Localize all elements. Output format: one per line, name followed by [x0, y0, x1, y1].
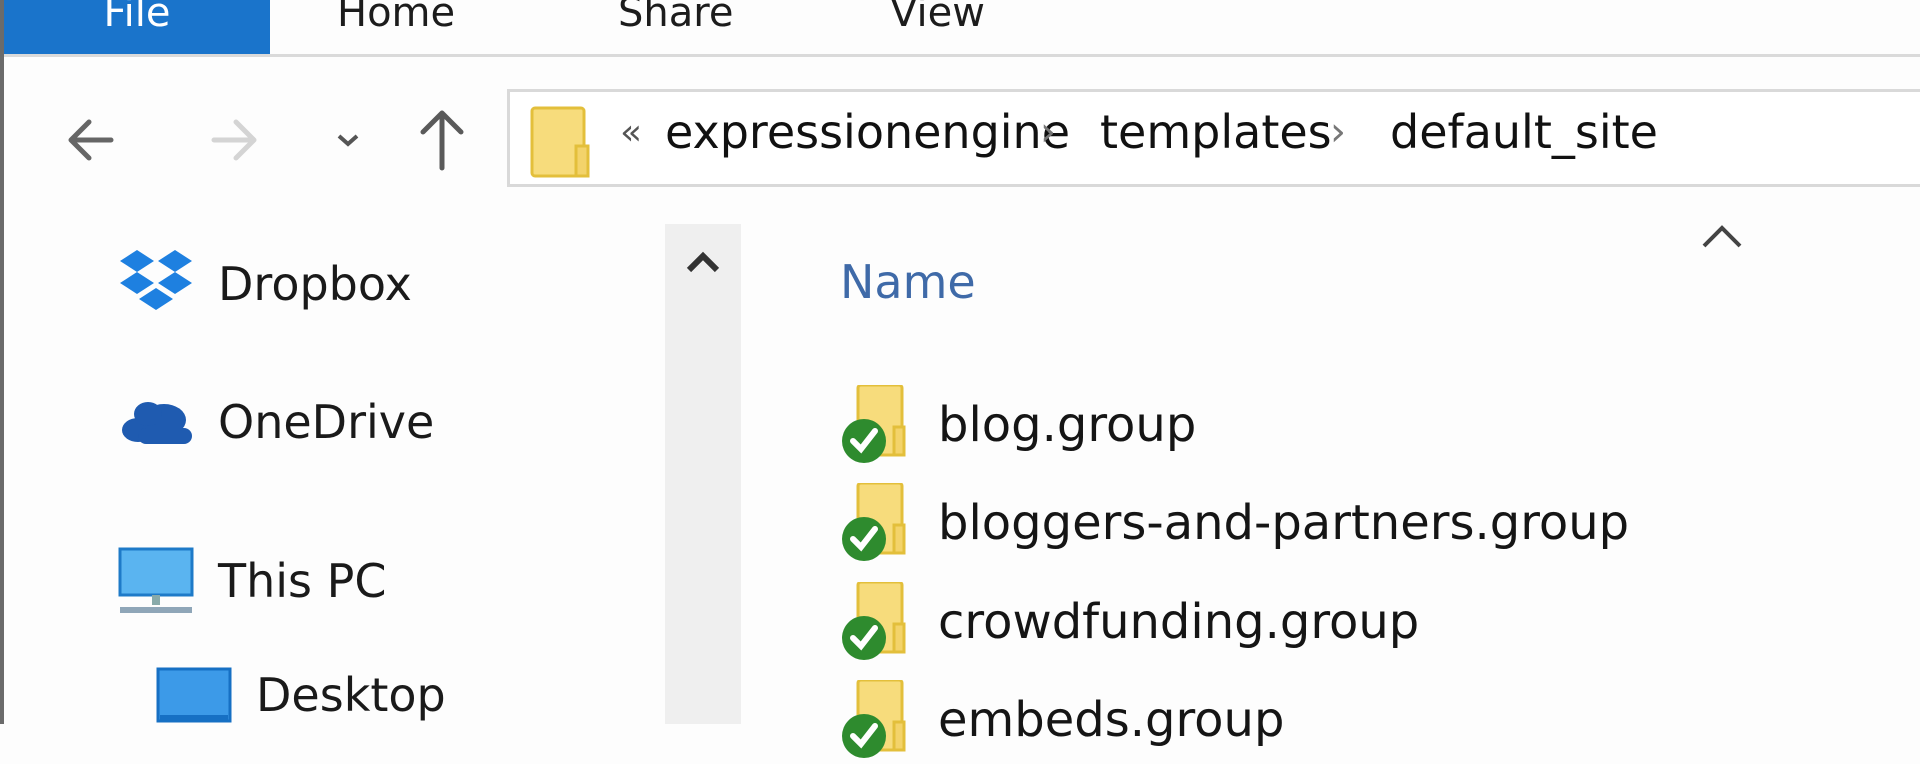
ribbon: File Home Share View: [4, 0, 1920, 57]
arrow-right-icon: [211, 119, 257, 161]
up-button[interactable]: [412, 100, 472, 180]
dropbox-icon: [120, 250, 192, 310]
column-header-name[interactable]: Name: [840, 255, 976, 309]
breadcrumb-templates[interactable]: templates: [1100, 102, 1332, 162]
file-row[interactable]: bloggers-and-partners.group: [840, 481, 1630, 563]
back-button[interactable]: [60, 100, 120, 180]
recent-locations-button[interactable]: [318, 100, 378, 180]
nav-item-label: OneDrive: [218, 395, 435, 449]
nav-item-label: Desktop: [256, 668, 446, 722]
arrow-left-icon: [68, 119, 114, 161]
nav-pane-scrollbar[interactable]: [665, 224, 741, 724]
nav-item-this-pc[interactable]: This PC: [118, 545, 386, 617]
nav-item-dropbox[interactable]: Dropbox: [118, 248, 412, 320]
file-row[interactable]: embeds.group: [840, 678, 1285, 760]
tab-share[interactable]: Share: [618, 0, 733, 54]
file-name: bloggers-and-partners.group: [938, 495, 1630, 551]
breadcrumb-default-site[interactable]: default_site: [1390, 102, 1658, 162]
arrow-up-icon: [420, 110, 464, 171]
onedrive-cloud-icon: [122, 402, 192, 444]
file-row[interactable]: blog.group: [840, 383, 1197, 465]
nav-item-label: Dropbox: [218, 257, 412, 311]
tab-file[interactable]: File: [4, 0, 270, 54]
monitor-icon: [118, 547, 194, 613]
nav-item-desktop[interactable]: Desktop: [156, 665, 446, 725]
synced-folder-icon: [840, 481, 920, 563]
tab-view[interactable]: View: [890, 0, 985, 54]
nav-item-label: This PC: [218, 554, 387, 608]
synced-folder-icon: [840, 678, 920, 760]
folder-icon: [530, 106, 590, 178]
scroll-up-button[interactable]: [665, 248, 741, 298]
breadcrumb-separator[interactable]: ›: [1040, 102, 1056, 162]
file-name: blog.group: [938, 397, 1197, 453]
address-bar[interactable]: « expressionengine › templates › default…: [507, 89, 1920, 187]
chevron-down-icon: [337, 134, 359, 147]
breadcrumb-separator[interactable]: ›: [1330, 102, 1346, 162]
desktop-icon: [156, 667, 232, 723]
breadcrumb-expressionengine[interactable]: expressionengine: [665, 102, 1070, 162]
breadcrumb-overflow[interactable]: «: [620, 112, 642, 153]
chevron-up-icon: [686, 251, 720, 273]
file-row[interactable]: crowdfunding.group: [840, 580, 1420, 662]
sort-ascending-icon: [1702, 225, 1742, 248]
file-name: crowdfunding.group: [938, 594, 1420, 650]
file-name: embeds.group: [938, 692, 1285, 748]
nav-item-onedrive[interactable]: OneDrive: [118, 395, 434, 449]
window-border: [0, 0, 4, 724]
synced-folder-icon: [840, 383, 920, 465]
forward-button[interactable]: [205, 100, 265, 180]
tab-home[interactable]: Home: [337, 0, 455, 54]
synced-folder-icon: [840, 580, 920, 662]
